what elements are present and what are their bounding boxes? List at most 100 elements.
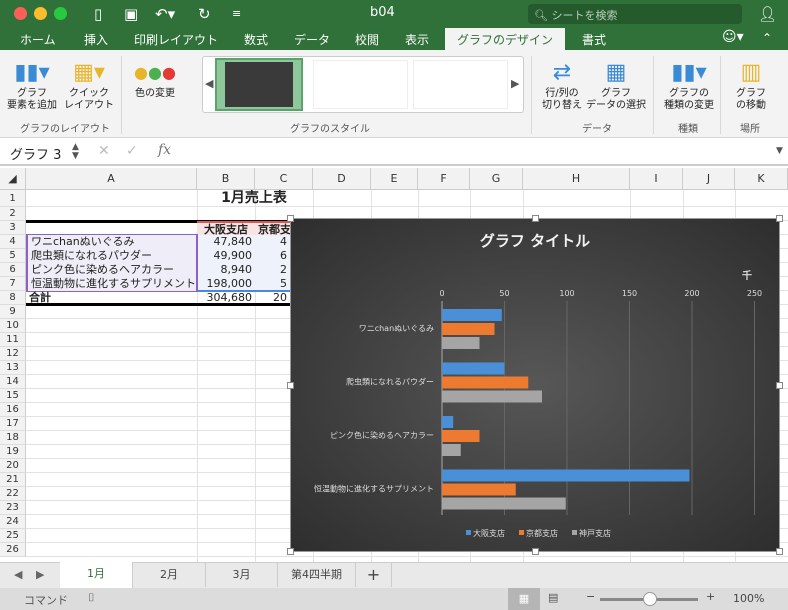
- add-sheet-button[interactable]: +: [356, 563, 392, 587]
- select-all-corner[interactable]: ◢: [0, 168, 26, 190]
- tab-view[interactable]: 表示: [405, 31, 429, 48]
- resize-handle[interactable]: [532, 548, 539, 555]
- item-name-cell[interactable]: 恒温動物に進化するサプリメント: [28, 277, 196, 291]
- gallery-prev-icon[interactable]: ◀: [205, 77, 213, 90]
- name-box[interactable]: グラフ 3: [10, 144, 61, 163]
- feedback-smiley-icon[interactable]: ☺▾: [722, 29, 744, 45]
- osaka-value-cell[interactable]: 47,840: [198, 235, 255, 249]
- add-chart-element-button[interactable]: ▮▮▾ グラフ 要素を追加: [6, 58, 58, 112]
- row-header[interactable]: 22: [0, 487, 26, 501]
- chart[interactable]: グラフ タイトル千 0 50 100 150 200 250 ワニchanぬいぐるみ 爬虫類にな…: [287, 215, 783, 555]
- sheet-tab-1[interactable]: 1月: [60, 562, 133, 588]
- zoom-out-button[interactable]: −: [586, 590, 595, 603]
- row-header[interactable]: 11: [0, 333, 26, 347]
- row-header[interactable]: 25: [0, 529, 26, 543]
- next-sheet-icon[interactable]: ▶: [36, 568, 44, 581]
- row-header[interactable]: 15: [0, 389, 26, 403]
- resize-handle[interactable]: [287, 215, 294, 222]
- legend-entry[interactable]: 神戸支店: [579, 528, 611, 538]
- bar-2-2[interactable]: [442, 444, 461, 456]
- column-header[interactable]: G: [470, 168, 523, 190]
- row-header[interactable]: 18: [0, 431, 26, 445]
- kyoto-value-cell[interactable]: 2: [255, 263, 290, 277]
- bar-0-0[interactable]: [442, 309, 502, 321]
- redo-icon[interactable]: ↻: [198, 5, 211, 23]
- tab-page-layout[interactable]: 印刷レイアウト: [134, 31, 218, 48]
- chart-style-2[interactable]: [313, 60, 408, 109]
- select-data-button[interactable]: ▦ グラフ データの選択: [586, 58, 646, 112]
- osaka-value-cell[interactable]: 8,940: [198, 263, 255, 277]
- bar-1-0[interactable]: [442, 323, 495, 335]
- osaka-value-cell[interactable]: 198,000: [198, 277, 255, 291]
- row-header[interactable]: 12: [0, 347, 26, 361]
- bar-0-1[interactable]: [442, 362, 505, 375]
- row-header[interactable]: 3: [0, 221, 26, 235]
- zoom-in-button[interactable]: +: [706, 590, 715, 603]
- minimize-button[interactable]: [34, 7, 47, 20]
- tab-home[interactable]: ホーム: [20, 31, 56, 48]
- customize-icon[interactable]: ≡: [232, 7, 241, 20]
- kyoto-value-cell[interactable]: 6: [255, 249, 290, 263]
- bar-1-3[interactable]: [442, 483, 516, 496]
- column-header[interactable]: B: [197, 168, 255, 190]
- collapse-ribbon-icon[interactable]: ⌃: [762, 31, 772, 45]
- close-button[interactable]: [14, 7, 27, 20]
- row-header[interactable]: 9: [0, 305, 26, 319]
- switch-row-column-button[interactable]: ⇄ 行/列の 切り替え: [538, 58, 586, 112]
- column-header[interactable]: H: [523, 168, 630, 190]
- prev-sheet-icon[interactable]: ◀: [14, 568, 22, 581]
- kyoto-value-cell[interactable]: 5: [255, 277, 290, 291]
- share-user-icon[interactable]: 👤︎: [758, 5, 777, 23]
- row-header[interactable]: 17: [0, 417, 26, 431]
- zoom-slider-thumb[interactable]: [643, 592, 657, 606]
- item-name-cell[interactable]: ワニchanぬいぐるみ: [28, 235, 196, 249]
- row-header[interactable]: 4: [0, 235, 26, 249]
- column-header[interactable]: K: [735, 168, 788, 190]
- item-name-cell[interactable]: ピンク色に染めるヘアカラー: [28, 263, 196, 277]
- resize-handle[interactable]: [287, 548, 294, 555]
- tab-chart-design[interactable]: グラフのデザイン: [445, 28, 566, 50]
- sheet-tab-3[interactable]: 3月: [206, 563, 278, 587]
- sidebar-icon[interactable]: ▯: [94, 5, 102, 23]
- save-icon[interactable]: ▣: [124, 5, 138, 23]
- row-header[interactable]: 23: [0, 501, 26, 515]
- page-layout-view-button[interactable]: ▤: [548, 591, 558, 604]
- tab-formulas[interactable]: 数式: [244, 31, 268, 48]
- row-header[interactable]: 19: [0, 445, 26, 459]
- row-header[interactable]: 1: [0, 190, 26, 207]
- column-header[interactable]: A: [26, 168, 197, 190]
- row-header[interactable]: 26: [0, 543, 26, 557]
- bar-2-3[interactable]: [442, 497, 566, 510]
- resize-handle[interactable]: [776, 548, 783, 555]
- column-header[interactable]: E: [371, 168, 418, 190]
- kyoto-value-cell[interactable]: 4: [255, 235, 290, 249]
- expand-formula-icon[interactable]: ▼: [776, 146, 783, 156]
- move-chart-button[interactable]: ▥ グラフ の移動: [728, 58, 774, 112]
- sheet-tab-4[interactable]: 第4四半期: [278, 563, 356, 587]
- row-header[interactable]: 21: [0, 473, 26, 487]
- resize-handle[interactable]: [776, 382, 783, 389]
- bar-2-0[interactable]: [442, 337, 480, 349]
- row-header[interactable]: 8: [0, 291, 26, 305]
- chart-title[interactable]: グラフ タイトル: [480, 232, 590, 250]
- function-icon[interactable]: fx: [158, 142, 171, 158]
- row-header[interactable]: 2: [0, 207, 26, 221]
- formula-input[interactable]: [180, 143, 770, 161]
- row-header[interactable]: 7: [0, 277, 26, 291]
- tab-review[interactable]: 校閲: [355, 31, 379, 48]
- row-header[interactable]: 24: [0, 515, 26, 529]
- change-chart-type-button[interactable]: ▮▮▾ グラフの 種類の変更: [660, 58, 718, 112]
- name-box-stepper-icon[interactable]: ▲ ▼: [72, 143, 79, 161]
- resize-handle[interactable]: [776, 215, 783, 222]
- tab-format[interactable]: 書式: [582, 31, 606, 48]
- bar-0-2[interactable]: [442, 416, 454, 428]
- row-header[interactable]: 5: [0, 249, 26, 263]
- column-header[interactable]: F: [418, 168, 470, 190]
- tab-insert[interactable]: 挿入: [84, 31, 108, 48]
- osaka-value-cell[interactable]: 49,900: [198, 249, 255, 263]
- item-name-cell[interactable]: 爬虫類になれるパウダー: [28, 249, 196, 263]
- macro-record-icon[interactable]: ⌷: [88, 591, 95, 605]
- row-header[interactable]: 13: [0, 361, 26, 375]
- column-header[interactable]: D: [313, 168, 371, 190]
- chart-style-3[interactable]: [413, 60, 508, 109]
